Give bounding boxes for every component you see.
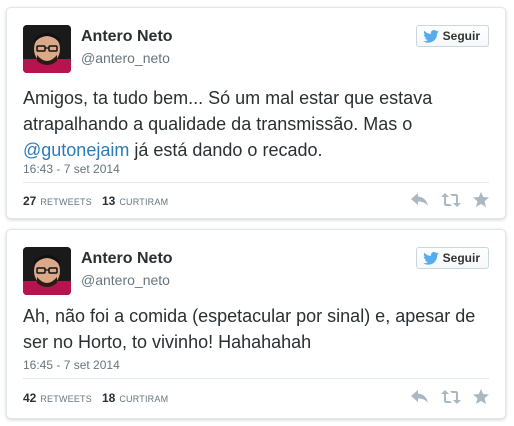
twitter-bird-icon	[422, 29, 439, 43]
author-name[interactable]: Antero Neto	[81, 28, 173, 46]
tweet-stats: 42 Retweets 18 Curtiram	[23, 391, 174, 405]
tweet-stats: 27 Retweets 13 Curtiram	[23, 194, 174, 208]
tweet-date[interactable]: 16:43 - 7 set 2014	[23, 162, 120, 176]
tweet-card: Antero Neto @antero_neto Seguir Amigos, …	[6, 7, 506, 219]
avatar[interactable]	[23, 25, 71, 73]
tweet-text-body: Amigos, ta tudo bem... Só um mal estar q…	[23, 88, 433, 134]
like-count-label: Curtiram	[119, 197, 169, 207]
like-count-label: Curtiram	[119, 394, 169, 404]
author-handle[interactable]: @antero_neto	[81, 272, 170, 288]
retweet-count-label: Retweets	[40, 394, 92, 404]
retweet-icon[interactable]	[441, 192, 461, 212]
tweet-text: Ah, não foi a comida (espetacular por si…	[23, 303, 489, 355]
twitter-bird-icon	[422, 251, 439, 265]
follow-button[interactable]: Seguir	[415, 247, 489, 269]
tweet-actions	[411, 192, 489, 212]
reply-icon[interactable]	[411, 389, 429, 409]
follow-button[interactable]: Seguir	[415, 25, 489, 47]
mention-link[interactable]: @gutonejaim	[23, 140, 129, 160]
avatar[interactable]	[23, 247, 71, 295]
retweet-count[interactable]: 27	[23, 194, 36, 208]
follow-label: Seguir	[442, 29, 480, 43]
divider	[23, 182, 489, 183]
tweet-actions	[411, 389, 489, 409]
tweet-text-end: já está dando o recado.	[129, 140, 323, 160]
author-handle[interactable]: @antero_neto	[81, 50, 170, 66]
retweet-count-label: Retweets	[40, 197, 92, 207]
like-count[interactable]: 18	[102, 391, 115, 405]
star-icon[interactable]	[473, 192, 489, 212]
tweet-text-body: Ah, não foi a comida (espetacular por si…	[23, 306, 476, 352]
retweet-icon[interactable]	[441, 389, 461, 409]
reply-icon[interactable]	[411, 192, 429, 212]
retweet-count[interactable]: 42	[23, 391, 36, 405]
divider	[23, 378, 489, 379]
follow-label: Seguir	[442, 251, 480, 265]
tweet-date[interactable]: 16:45 - 7 set 2014	[23, 358, 120, 372]
tweet-text: Amigos, ta tudo bem... Só um mal estar q…	[23, 85, 489, 163]
like-count[interactable]: 13	[102, 194, 115, 208]
star-icon[interactable]	[473, 389, 489, 409]
tweet-card: Antero Neto @antero_neto Seguir Ah, não …	[6, 229, 506, 419]
author-name[interactable]: Antero Neto	[81, 250, 173, 268]
